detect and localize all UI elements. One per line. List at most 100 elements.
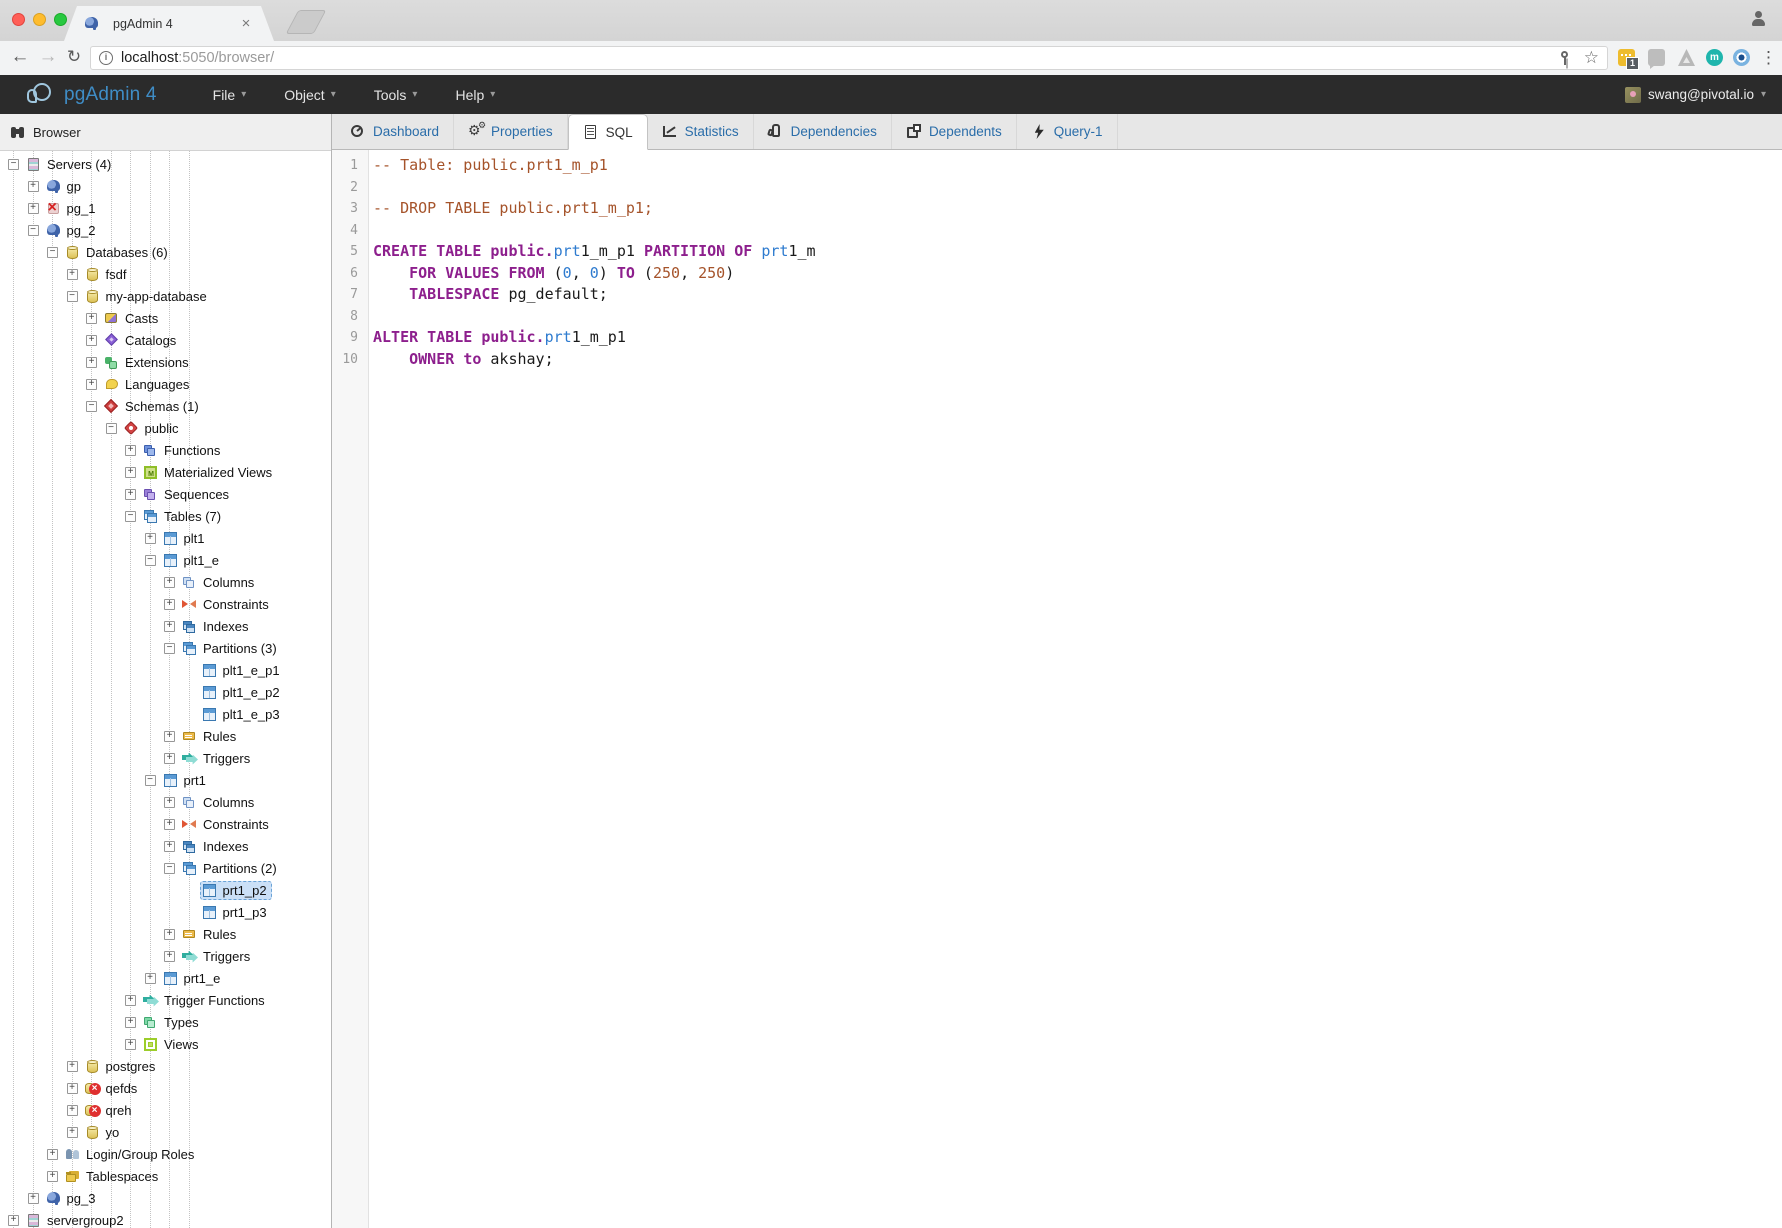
tree-item-rules[interactable]: +Rules [0, 923, 331, 945]
bookmark-star-icon[interactable]: ☆ [1584, 47, 1599, 69]
expand-toggle[interactable]: + [8, 1215, 19, 1226]
expand-toggle[interactable]: + [86, 357, 97, 368]
extension-m-icon[interactable]: m [1706, 49, 1723, 66]
sql-editor[interactable]: 1-- Table: public.prt1_m_p123-- DROP TAB… [332, 150, 1782, 1228]
collapse-toggle[interactable]: − [106, 423, 117, 434]
expand-toggle[interactable]: + [164, 731, 175, 742]
tree-item-prt1-p3[interactable]: prt1_p3 [0, 901, 331, 923]
collapse-toggle[interactable]: − [86, 401, 97, 412]
close-window-button[interactable] [12, 13, 25, 26]
tree-item-plt1-e-p3[interactable]: plt1_e_p3 [0, 703, 331, 725]
expand-toggle[interactable]: + [164, 577, 175, 588]
collapse-toggle[interactable]: − [164, 863, 175, 874]
expand-toggle[interactable]: + [67, 269, 78, 280]
expand-toggle[interactable]: + [86, 313, 97, 324]
expand-toggle[interactable]: + [125, 1039, 136, 1050]
tree-item-gp[interactable]: +gp [0, 175, 331, 197]
forward-icon[interactable]: → [36, 41, 60, 75]
extension-notes-icon[interactable]: 1 [1618, 49, 1635, 66]
menu-tools[interactable]: Tools [362, 81, 430, 109]
expand-toggle[interactable]: + [164, 951, 175, 962]
expand-toggle[interactable]: + [164, 753, 175, 764]
tree-item-pg-1[interactable]: +pg_1 [0, 197, 331, 219]
expand-toggle[interactable]: + [28, 181, 39, 192]
tree-item-plt1-e[interactable]: −plt1_e [0, 549, 331, 571]
expand-toggle[interactable]: + [67, 1127, 78, 1138]
tree-item-partitions-2[interactable]: −Partitions (2) [0, 857, 331, 879]
password-key-icon[interactable] [1558, 51, 1574, 65]
expand-toggle[interactable]: + [164, 841, 175, 852]
extension-drive-icon[interactable] [1678, 49, 1695, 66]
tab-dashboard[interactable]: Dashboard [336, 114, 454, 149]
user-menu[interactable]: swang@pivotal.io [1625, 87, 1766, 103]
tree-item-rules[interactable]: +Rules [0, 725, 331, 747]
tree-item-sequences[interactable]: +Sequences [0, 483, 331, 505]
tree-item-prt1-p2[interactable]: prt1_p2 [0, 879, 331, 901]
tree-item-functions[interactable]: +Functions [0, 439, 331, 461]
expand-toggle[interactable]: + [86, 335, 97, 346]
collapse-toggle[interactable]: − [164, 643, 175, 654]
tree-item-views[interactable]: +Views [0, 1033, 331, 1055]
collapse-toggle[interactable]: − [28, 225, 39, 236]
tab-query-1[interactable]: Query-1 [1017, 114, 1118, 149]
tree-item-partitions-3[interactable]: −Partitions (3) [0, 637, 331, 659]
menu-help[interactable]: Help [443, 81, 507, 109]
tree-item-tablespaces[interactable]: +Tablespaces [0, 1165, 331, 1187]
expand-toggle[interactable]: + [125, 445, 136, 456]
expand-toggle[interactable]: + [164, 819, 175, 830]
tree-item-triggers[interactable]: +Triggers [0, 747, 331, 769]
tab-dependencies[interactable]: Dependencies [754, 114, 892, 149]
expand-toggle[interactable]: + [164, 929, 175, 940]
tree-item-pg-3[interactable]: +pg_3 [0, 1187, 331, 1209]
tree-item-columns[interactable]: +Columns [0, 571, 331, 593]
tree-item-indexes[interactable]: +Indexes [0, 835, 331, 857]
minimize-window-button[interactable] [33, 13, 46, 26]
expand-toggle[interactable]: + [125, 1017, 136, 1028]
tree-item-plt1-e-p1[interactable]: plt1_e_p1 [0, 659, 331, 681]
tab-properties[interactable]: Properties [454, 114, 568, 149]
tab-dependents[interactable]: Dependents [892, 114, 1017, 149]
expand-toggle[interactable]: + [164, 599, 175, 610]
expand-toggle[interactable]: + [125, 489, 136, 500]
tree-item-materialized-views[interactable]: +Materialized Views [0, 461, 331, 483]
tab-sql[interactable]: SQL [568, 114, 648, 150]
tree-item-tables-7[interactable]: −Tables (7) [0, 505, 331, 527]
expand-toggle[interactable]: + [164, 797, 175, 808]
reload-icon[interactable]: ↻ [62, 41, 86, 75]
zoom-window-button[interactable] [54, 13, 67, 26]
collapse-toggle[interactable]: − [145, 775, 156, 786]
tree-item-fsdf[interactable]: +fsdf [0, 263, 331, 285]
tree-item-servergroup2[interactable]: +servergroup2 [0, 1209, 331, 1228]
tree-item-postgres[interactable]: +postgres [0, 1055, 331, 1077]
tree-item-login-group-roles[interactable]: +Login/Group Roles [0, 1143, 331, 1165]
expand-toggle[interactable]: + [86, 379, 97, 390]
expand-toggle[interactable]: + [67, 1061, 78, 1072]
collapse-toggle[interactable]: − [8, 159, 19, 170]
tree-item-constraints[interactable]: +Constraints [0, 593, 331, 615]
tree-item-constraints[interactable]: +Constraints [0, 813, 331, 835]
tree-item-extensions[interactable]: +Extensions [0, 351, 331, 373]
expand-toggle[interactable]: + [28, 1193, 39, 1204]
expand-toggle[interactable]: + [145, 973, 156, 984]
page-info-icon[interactable]: i [99, 51, 113, 65]
tree-item-prt1-e[interactable]: +prt1_e [0, 967, 331, 989]
menu-file[interactable]: File [201, 81, 259, 109]
expand-toggle[interactable]: + [145, 533, 156, 544]
tree-item-servers-4[interactable]: −Servers (4) [0, 153, 331, 175]
tree-item-pg-2[interactable]: −pg_2 [0, 219, 331, 241]
browser-tab[interactable]: pgAdmin 4 × [64, 6, 274, 41]
tree-item-plt1-e-p2[interactable]: plt1_e_p2 [0, 681, 331, 703]
tree-item-triggers[interactable]: +Triggers [0, 945, 331, 967]
tab-statistics[interactable]: Statistics [648, 114, 754, 149]
tree-item-languages[interactable]: +Languages [0, 373, 331, 395]
address-bar[interactable]: i localhost:5050/browser/ ☆ [90, 46, 1608, 70]
tree-item-schemas-1[interactable]: −Schemas (1) [0, 395, 331, 417]
new-tab-button[interactable] [286, 10, 327, 34]
menu-object[interactable]: Object [272, 81, 348, 109]
expand-toggle[interactable]: + [125, 467, 136, 478]
collapse-toggle[interactable]: − [67, 291, 78, 302]
tree-item-public[interactable]: −public [0, 417, 331, 439]
collapse-toggle[interactable]: − [47, 247, 58, 258]
expand-toggle[interactable]: + [67, 1105, 78, 1116]
expand-toggle[interactable]: + [28, 203, 39, 214]
